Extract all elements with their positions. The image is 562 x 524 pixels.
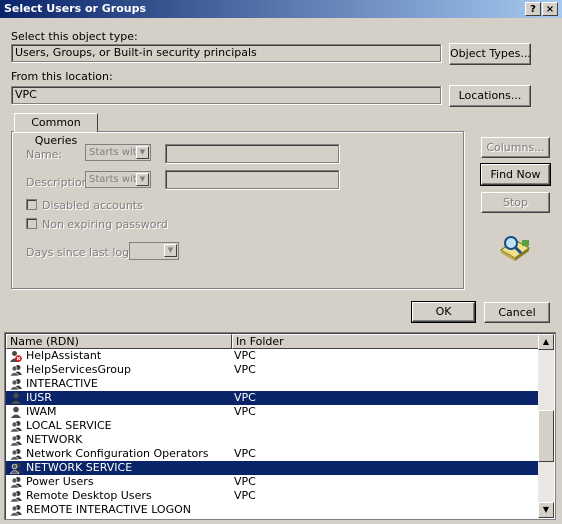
group-icon: [10, 449, 22, 460]
row-folder: VPC: [234, 475, 256, 488]
disabled-user-icon: [10, 351, 22, 362]
location-label: From this location:: [11, 70, 113, 83]
tab-common-queries[interactable]: Common Queries: [14, 113, 98, 147]
close-icon: ×: [545, 4, 555, 15]
row-folder: VPC: [234, 391, 256, 404]
table-row[interactable]: Power Users VPC: [6, 475, 540, 489]
row-name: IUSR: [26, 391, 52, 404]
group-icon: [10, 421, 22, 432]
description-label: Description:: [26, 176, 93, 189]
search-users-icon: [500, 236, 530, 261]
row-name: Power Users: [26, 475, 94, 488]
name-mode-select[interactable]: Starts with ▼: [85, 144, 151, 161]
description-mode-value: Starts with: [89, 174, 144, 185]
name-input[interactable]: [165, 144, 339, 163]
row-name: INTERACTIVE: [26, 377, 98, 390]
disabled-accounts-checkbox[interactable]: [26, 199, 37, 210]
chevron-down-icon: ▼: [164, 244, 177, 257]
table-row[interactable]: Remote Desktop Users VPC: [6, 489, 540, 503]
object-type-field: Users, Groups, or Built-in security prin…: [11, 44, 441, 62]
scroll-up-button[interactable]: ▲: [538, 334, 554, 350]
user-icon: [11, 406, 21, 418]
group-icon: [10, 435, 22, 446]
scroll-down-button[interactable]: ▼: [538, 502, 554, 518]
chevron-down-icon: ▼: [136, 146, 149, 159]
group-icon: [10, 379, 22, 390]
row-folder: VPC: [234, 405, 256, 418]
table-row[interactable]: HelpServicesGroup VPC: [6, 363, 540, 377]
results-list[interactable]: Name (RDN) In Folder HelpAssistant VPC Hel…: [4, 332, 556, 520]
chevron-down-icon: ▼: [136, 173, 149, 186]
non-expiring-password-label: Non expiring password: [42, 218, 168, 231]
group-icon: [10, 505, 22, 516]
column-header-folder[interactable]: In Folder: [232, 334, 540, 349]
table-row[interactable]: IWAM VPC: [6, 405, 540, 419]
row-name: HelpAssistant: [26, 349, 102, 362]
locations-button[interactable]: Locations...: [449, 85, 531, 107]
help-button[interactable]: ?: [525, 2, 541, 16]
description-mode-select[interactable]: Starts with ▼: [85, 171, 151, 188]
row-folder: VPC: [234, 489, 256, 502]
object-types-button[interactable]: Object Types...: [449, 43, 531, 65]
find-now-button[interactable]: Find Now: [480, 163, 551, 186]
row-folder: VPC: [234, 349, 256, 362]
close-button[interactable]: ×: [542, 2, 558, 16]
row-name: LOCAL SERVICE: [26, 419, 112, 432]
table-row[interactable]: REMOTE INTERACTIVE LOGON: [6, 503, 540, 517]
disabled-accounts-label: Disabled accounts: [42, 199, 143, 212]
table-row[interactable]: LOCAL SERVICE: [6, 419, 540, 433]
table-row[interactable]: NETWORK SERVICE: [6, 461, 540, 475]
scroll-thumb[interactable]: [538, 410, 554, 462]
location-field: VPC: [11, 86, 441, 104]
column-header-name[interactable]: Name (RDN): [6, 334, 232, 349]
stop-button[interactable]: Stop: [481, 192, 550, 213]
row-name: Remote Desktop Users: [26, 489, 152, 502]
title-bar[interactable]: Select Users or Groups ? ×: [0, 0, 562, 18]
select-users-dialog: Select Users or Groups ? × Select this o…: [0, 0, 562, 524]
row-name: Network Configuration Operators: [26, 447, 209, 460]
row-name: NETWORK: [26, 433, 83, 446]
window-title: Select Users or Groups: [4, 2, 147, 15]
cancel-button[interactable]: Cancel: [484, 302, 550, 323]
vertical-scrollbar[interactable]: ▲ ▼: [538, 334, 554, 518]
name-mode-value: Starts with: [89, 147, 144, 158]
ok-button[interactable]: OK: [411, 301, 476, 323]
row-name: NETWORK SERVICE: [26, 461, 133, 474]
group-icon: [10, 491, 22, 502]
columns-button[interactable]: Columns...: [481, 137, 550, 158]
row-folder: VPC: [234, 447, 256, 460]
row-name: HelpServicesGroup: [26, 363, 131, 376]
row-folder: VPC: [234, 363, 256, 376]
table-row[interactable]: Network Configuration Operators VPC: [6, 447, 540, 461]
days-since-logon-select[interactable]: ▼: [129, 242, 179, 260]
help-icon: ?: [530, 4, 536, 15]
table-row[interactable]: HelpAssistant VPC: [6, 349, 540, 363]
table-row[interactable]: INTERACTIVE: [6, 377, 540, 391]
row-name: REMOTE INTERACTIVE LOGON: [26, 503, 191, 516]
object-type-label: Select this object type:: [11, 30, 138, 43]
description-input[interactable]: [165, 170, 339, 189]
table-row[interactable]: IUSR VPC: [6, 391, 540, 405]
group-icon: [10, 477, 22, 488]
row-name: IWAM: [26, 405, 57, 418]
group-icon: [10, 463, 22, 474]
table-row[interactable]: NETWORK: [6, 433, 540, 447]
user-icon: [11, 392, 21, 404]
non-expiring-password-checkbox[interactable]: [26, 218, 37, 229]
name-label: Name:: [26, 148, 63, 161]
group-icon: [10, 365, 22, 376]
